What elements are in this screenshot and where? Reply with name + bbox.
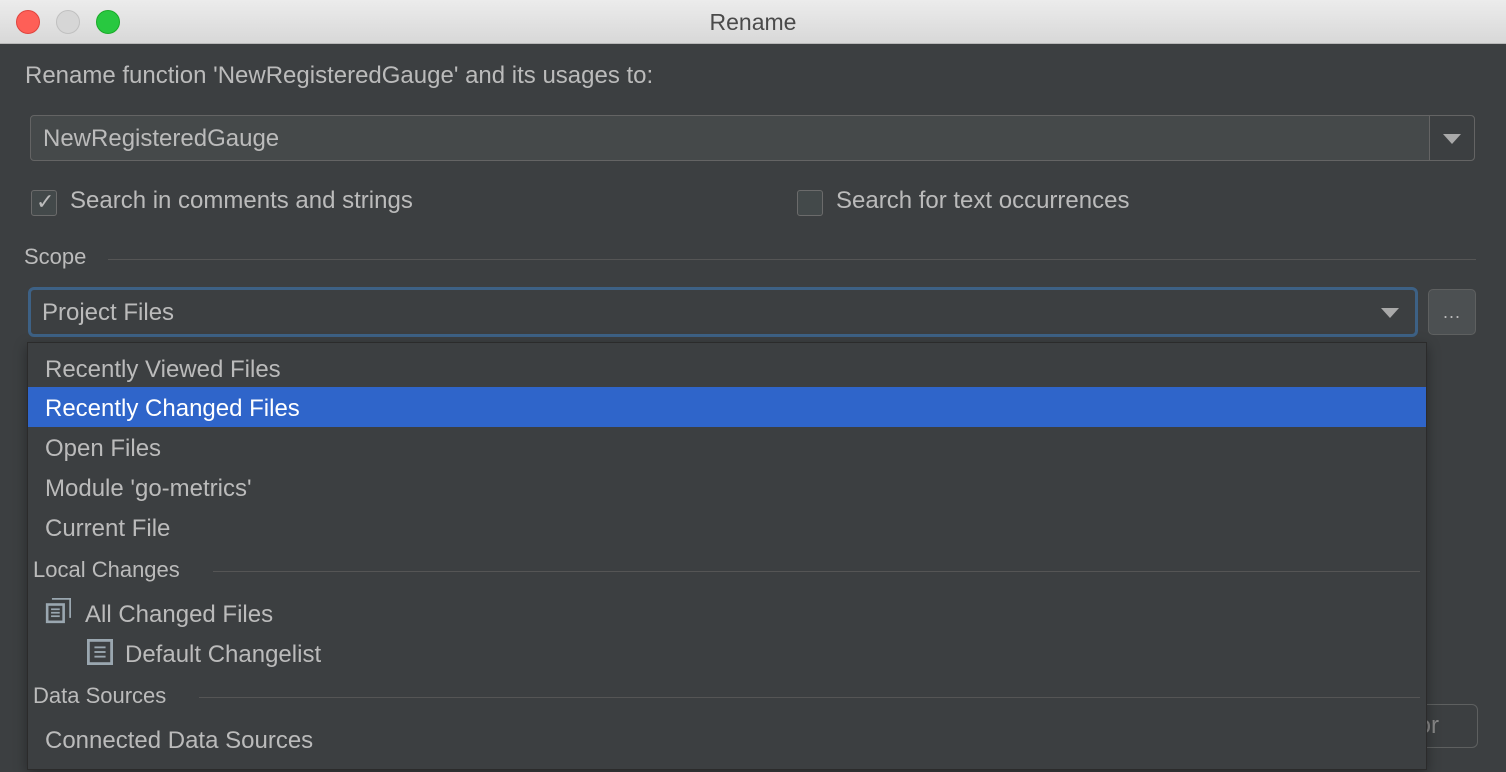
scope-combobox[interactable]: Project Files — [28, 287, 1418, 337]
name-history-dropdown-button[interactable] — [1429, 116, 1474, 160]
search-comments-checkbox[interactable]: ✓ — [31, 189, 57, 216]
window-title: Rename — [709, 9, 797, 35]
new-name-combobox[interactable]: NewRegisteredGauge — [30, 115, 1475, 161]
group-divider — [213, 571, 1420, 572]
scope-section-label: Scope — [24, 244, 87, 269]
option-label: Module 'go-metrics' — [45, 475, 252, 502]
scope-option-open-files[interactable]: Open Files — [28, 427, 1426, 467]
search-text-occurrences-checkbox[interactable] — [797, 190, 823, 216]
search-comments-label[interactable]: Search in comments and strings — [70, 187, 413, 215]
scope-divider — [108, 259, 1476, 260]
scope-option-current-file[interactable]: Current File — [28, 507, 1426, 547]
checkmark-icon: ✓ — [36, 189, 55, 214]
scope-option-all-changed-files[interactable]: All Changed Files — [28, 593, 1426, 633]
group-header-data-sources: Data Sources — [33, 683, 167, 708]
new-name-input[interactable]: NewRegisteredGauge — [43, 125, 279, 153]
scope-selected-value: Project Files — [42, 299, 175, 326]
search-text-occurrences-label[interactable]: Search for text occurrences — [836, 187, 1129, 215]
rename-prompt: Rename function 'NewRegisteredGauge' and… — [25, 62, 654, 89]
option-label: Recently Viewed Files — [45, 356, 281, 383]
scope-option-recently-changed[interactable]: Recently Changed Files — [28, 387, 1426, 427]
chevron-down-icon — [1443, 134, 1461, 144]
scope-option-connected-data-sources[interactable]: Connected Data Sources — [28, 719, 1426, 759]
option-label: All Changed Files — [85, 601, 274, 628]
chevron-down-icon — [1381, 308, 1399, 318]
option-label: Default Changelist — [125, 641, 322, 668]
group-header-local-changes: Local Changes — [33, 557, 180, 582]
option-label: Current File — [45, 515, 171, 542]
option-label: Open Files — [45, 435, 162, 462]
scope-dropdown-list: Recently Viewed Files Recently Changed F… — [27, 342, 1427, 770]
option-label: Connected Data Sources — [45, 727, 314, 754]
scope-option-recently-viewed[interactable]: Recently Viewed Files — [28, 348, 1426, 388]
group-divider — [199, 697, 1420, 698]
option-label: Recently Changed Files — [45, 395, 300, 422]
scope-option-module[interactable]: Module 'go-metrics' — [28, 467, 1426, 507]
scope-browse-button[interactable]: ... — [1428, 289, 1476, 335]
changelist-icon — [87, 639, 113, 665]
ellipsis-icon: ... — [1442, 302, 1461, 322]
title-bar: Rename — [0, 0, 1506, 44]
scope-option-default-changelist[interactable]: Default Changelist — [28, 633, 1426, 673]
changelist-stack-icon — [45, 598, 71, 624]
